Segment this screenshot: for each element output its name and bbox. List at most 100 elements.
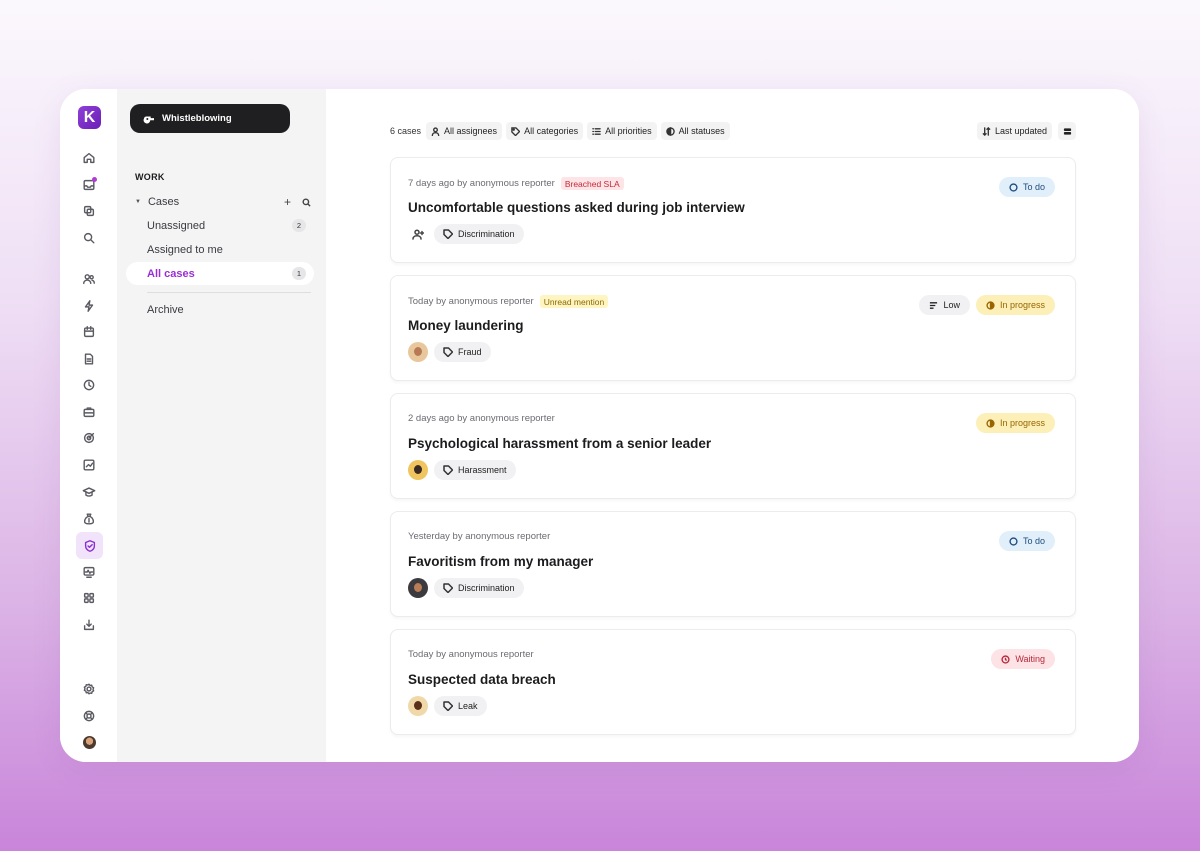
- cases-group-header[interactable]: ▼ Cases +: [135, 194, 311, 210]
- app-logo[interactable]: K: [78, 106, 101, 129]
- category-chip[interactable]: Discrimination: [434, 578, 524, 598]
- view-toggle-button[interactable]: [1058, 122, 1076, 140]
- filter-label: All assignees: [444, 126, 498, 136]
- payroll-icon[interactable]: [77, 507, 101, 531]
- sidebar: Whistleblowing WORK ▼ Cases + Unassigned…: [117, 89, 326, 762]
- category-label: Discrimination: [458, 583, 515, 593]
- case-title: Money laundering: [408, 318, 524, 333]
- user-avatar[interactable]: [83, 736, 96, 749]
- assignee-avatar[interactable]: [408, 342, 428, 362]
- help-icon[interactable]: [77, 704, 101, 728]
- shield-check-icon[interactable]: [76, 532, 103, 559]
- sidebar-item-all-cases[interactable]: All cases 1: [126, 262, 314, 285]
- case-title: Psychological harassment from a senior l…: [408, 436, 712, 451]
- category-filter[interactable]: All categories: [506, 122, 584, 140]
- sidebar-item-label: Unassigned: [147, 219, 206, 232]
- status-label: In progress: [999, 418, 1045, 428]
- case-title: Favoritism from my manager: [408, 554, 594, 569]
- sort-label: Last updated: [994, 126, 1047, 136]
- calendar-icon[interactable]: [77, 320, 101, 344]
- priority-filter[interactable]: All priorities: [587, 122, 657, 140]
- goals-icon[interactable]: [77, 426, 101, 450]
- download-icon[interactable]: [77, 613, 101, 637]
- count-badge: 1: [292, 267, 306, 280]
- filter-label: All priorities: [605, 126, 652, 136]
- assignee-filter[interactable]: All assignees: [426, 122, 503, 140]
- case-count: 6 cases: [390, 126, 422, 136]
- status-label: Waiting: [1015, 654, 1045, 664]
- category-chip[interactable]: Harassment: [434, 460, 516, 480]
- category-label: Fraud: [458, 347, 482, 357]
- analytics-icon[interactable]: [77, 453, 101, 477]
- bolt-icon[interactable]: [77, 294, 101, 318]
- search-cases-icon[interactable]: [302, 197, 311, 207]
- circle-icon: [1009, 182, 1018, 192]
- sidebar-divider: [147, 292, 311, 293]
- clock-icon[interactable]: [77, 373, 101, 397]
- mention-badge: Unread mention: [539, 295, 609, 308]
- sidebar-item-label: Archive: [147, 303, 184, 316]
- home-icon[interactable]: [77, 146, 101, 170]
- assignee-avatar[interactable]: [408, 578, 428, 598]
- sidebar-item-label: All cases: [147, 267, 195, 280]
- filter-toolbar: 6 cases All assignees All categories All…: [390, 122, 1076, 140]
- tag-icon: [443, 229, 453, 239]
- apps-grid-icon[interactable]: [77, 586, 101, 610]
- people-icon[interactable]: [77, 267, 101, 291]
- learning-icon[interactable]: [77, 480, 101, 504]
- tag-icon: [511, 126, 521, 136]
- section-label: WORK: [135, 172, 165, 182]
- wellbeing-icon[interactable]: [77, 560, 101, 584]
- module-switcher-button[interactable]: Whistleblowing: [130, 104, 290, 133]
- case-card[interactable]: Yesterday by anonymous reporter Favoriti…: [390, 511, 1076, 617]
- add-case-button[interactable]: +: [284, 196, 291, 208]
- status-badge[interactable]: To do: [998, 531, 1055, 551]
- status-badge[interactable]: In progress: [975, 295, 1055, 315]
- integrations-icon[interactable]: [77, 199, 101, 223]
- notification-dot: [92, 177, 97, 182]
- inbox-icon[interactable]: [77, 173, 101, 197]
- case-meta: 7 days ago by anonymous reporter Breache…: [408, 177, 624, 190]
- filter-label: All statuses: [678, 126, 725, 136]
- filter-label: All categories: [524, 126, 579, 136]
- sidebar-item-archive[interactable]: Archive: [126, 298, 314, 321]
- category-chip[interactable]: Discrimination: [434, 224, 524, 244]
- case-card[interactable]: 7 days ago by anonymous reporter Breache…: [390, 157, 1076, 263]
- case-meta-text: Today by anonymous reporter: [408, 649, 534, 660]
- search-icon[interactable]: [77, 226, 101, 250]
- category-label: Harassment: [458, 465, 507, 475]
- in-progress-icon: [986, 418, 995, 428]
- tag-icon: [443, 583, 453, 593]
- case-card[interactable]: 2 days ago by anonymous reporter Psychol…: [390, 393, 1076, 499]
- status-badge[interactable]: Waiting: [991, 649, 1055, 669]
- sidebar-item-unassigned[interactable]: Unassigned 2: [126, 214, 314, 237]
- case-title: Uncomfortable questions asked during job…: [408, 200, 745, 215]
- case-card[interactable]: Today by anonymous reporter Suspected da…: [390, 629, 1076, 735]
- module-label: Whistleblowing: [162, 113, 232, 124]
- case-card[interactable]: Today by anonymous reporter Unread menti…: [390, 275, 1076, 381]
- category-chip[interactable]: Leak: [434, 696, 487, 716]
- case-meta: Yesterday by anonymous reporter: [408, 531, 550, 542]
- status-badge[interactable]: To do: [998, 177, 1055, 197]
- sort-button[interactable]: Last updated: [976, 122, 1052, 140]
- settings-icon[interactable]: [77, 677, 101, 701]
- sla-badge: Breached SLA: [560, 177, 624, 190]
- case-meta: 2 days ago by anonymous reporter: [408, 413, 555, 424]
- sidebar-item-assigned-to-me[interactable]: Assigned to me: [126, 238, 314, 261]
- category-chip[interactable]: Fraud: [434, 342, 491, 362]
- assignee-avatar[interactable]: [408, 696, 428, 716]
- case-list-panel: 6 cases All assignees All categories All…: [326, 89, 1139, 762]
- document-icon[interactable]: [77, 347, 101, 371]
- assign-user-icon[interactable]: [408, 224, 428, 244]
- chevron-down-icon[interactable]: ▼: [135, 199, 141, 205]
- status-filter[interactable]: All statuses: [660, 122, 730, 140]
- case-meta-text: Yesterday by anonymous reporter: [408, 531, 551, 542]
- tag-icon: [443, 465, 453, 475]
- assignee-avatar[interactable]: [408, 460, 428, 480]
- team-icon[interactable]: [77, 400, 101, 424]
- icon-rail: K: [60, 89, 117, 762]
- sidebar-item-label: Assigned to me: [147, 243, 223, 256]
- priority-badge[interactable]: Low: [919, 295, 970, 315]
- half-circle-icon: [665, 126, 675, 136]
- status-badge[interactable]: In progress: [975, 413, 1055, 433]
